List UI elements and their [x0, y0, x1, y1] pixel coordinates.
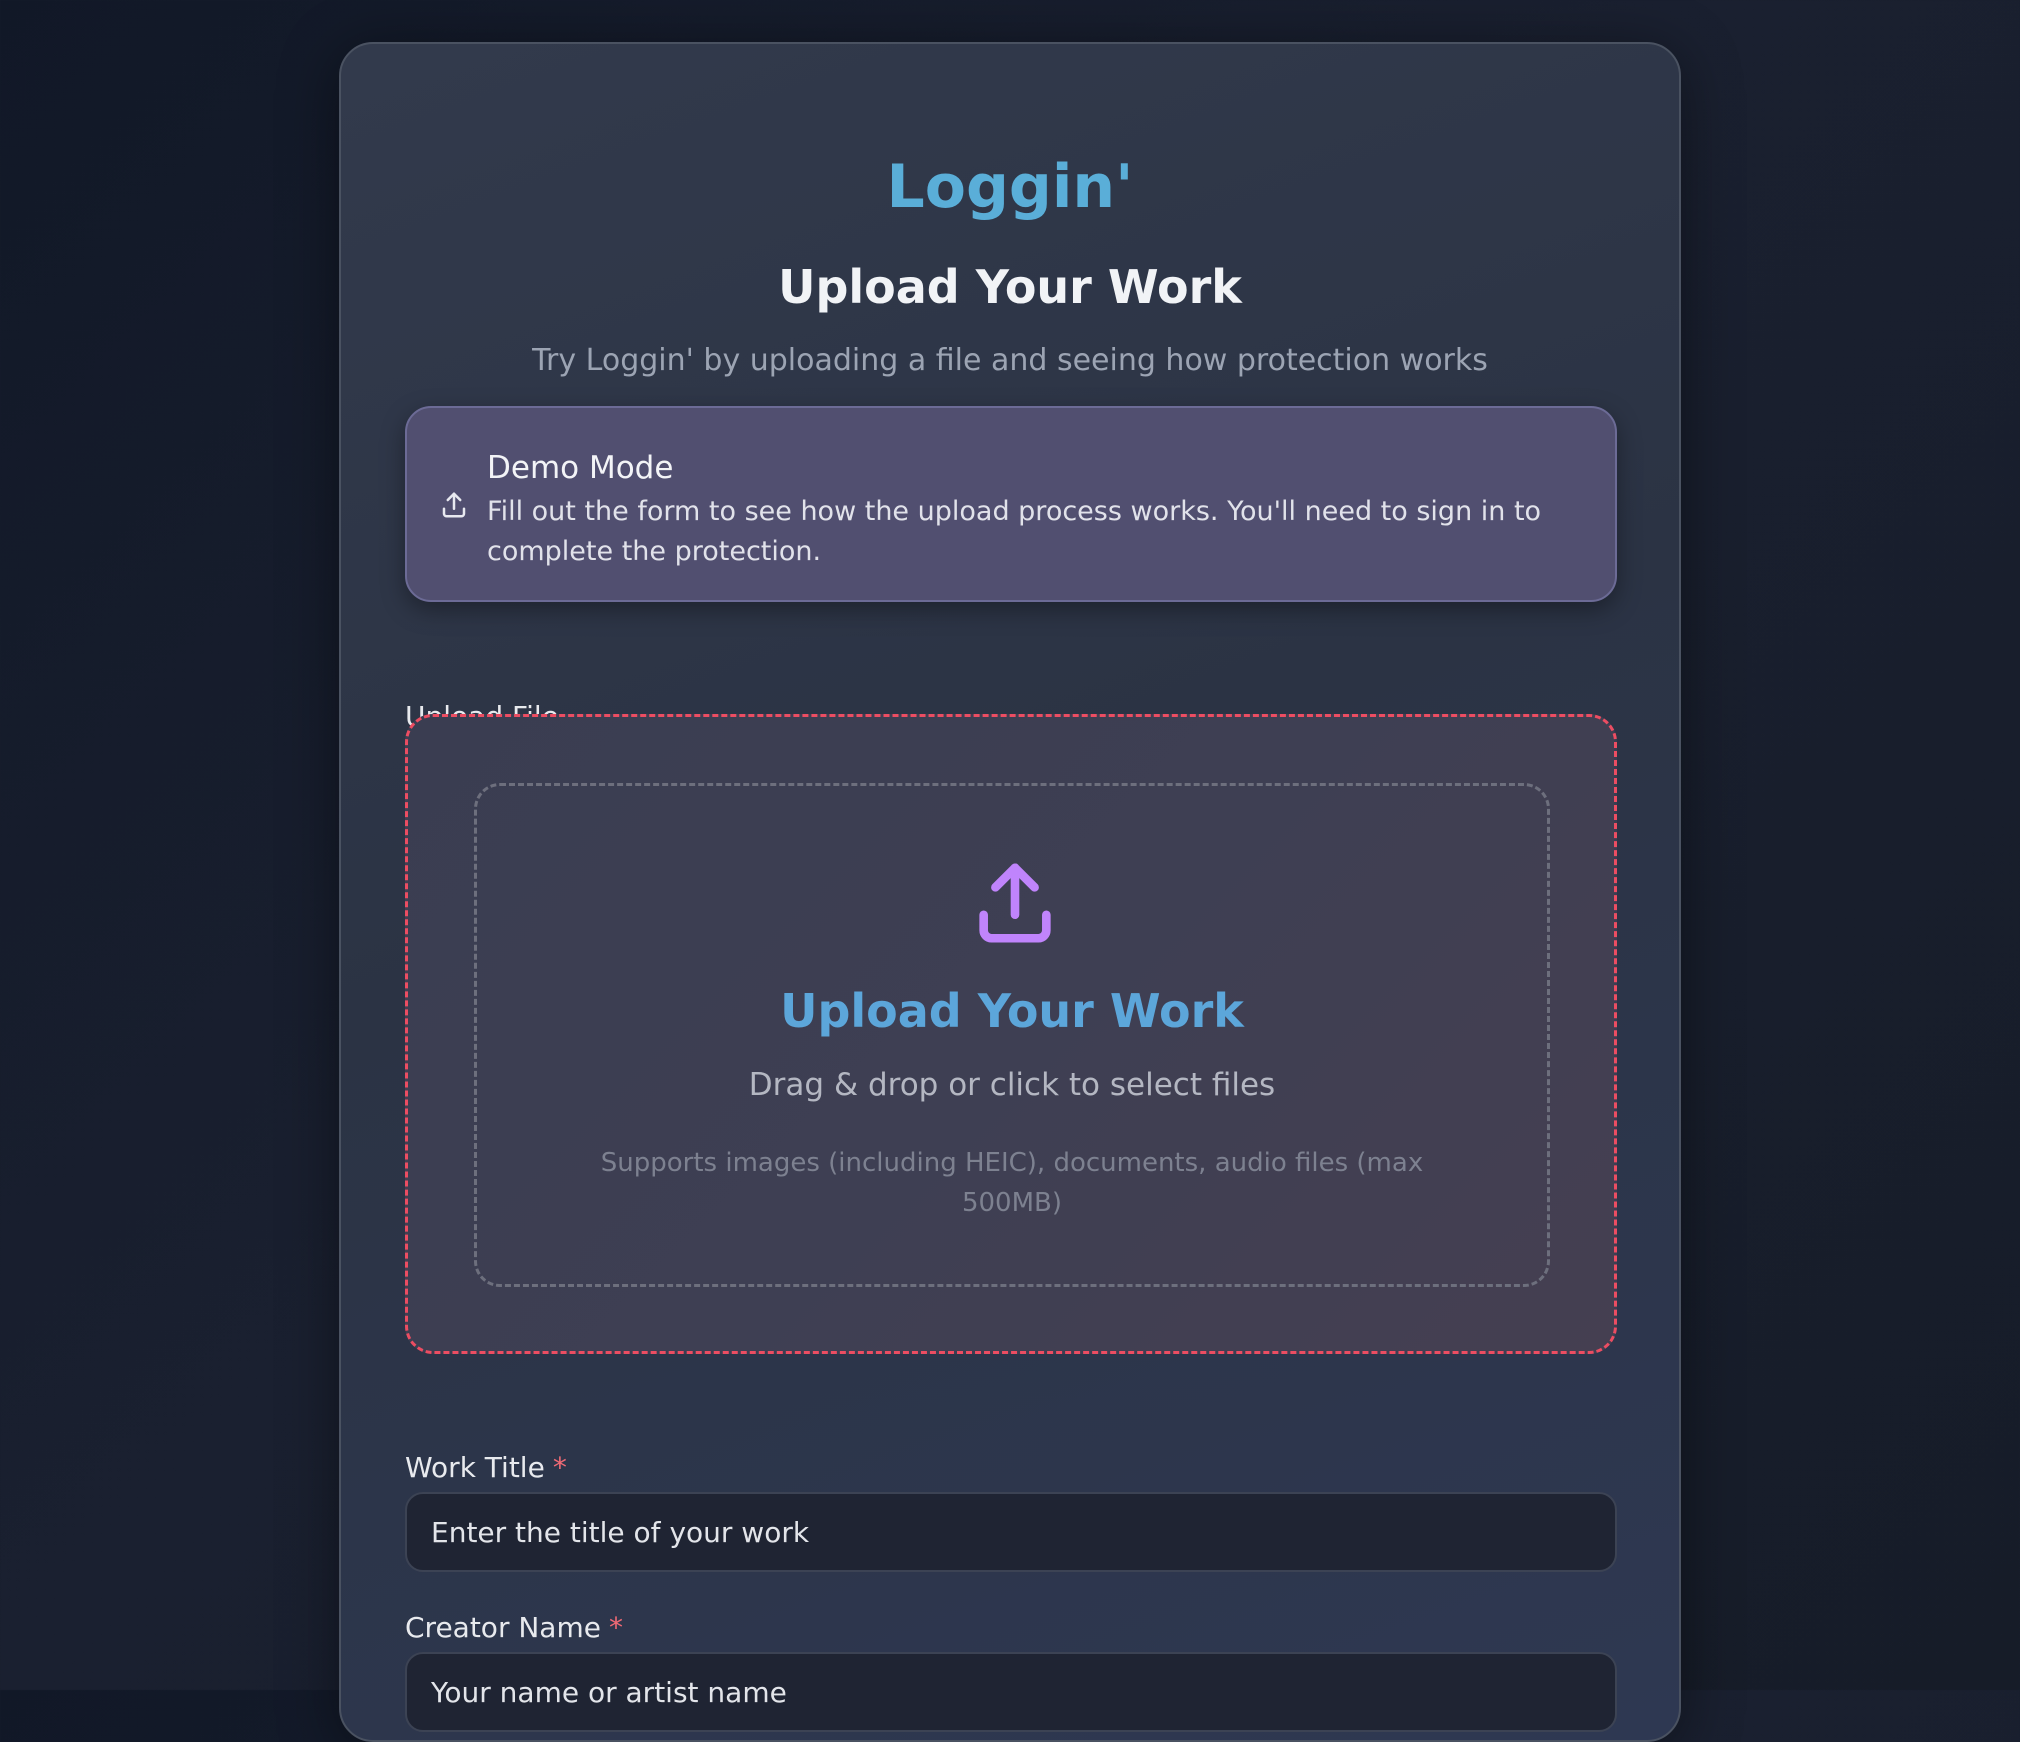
brand-logo: Loggin'	[886, 152, 1134, 222]
page-title: Upload Your Work	[778, 260, 1242, 314]
required-marker: *	[608, 1611, 623, 1644]
creator-name-label-text: Creator Name	[405, 1611, 601, 1644]
file-dropzone-inner[interactable]: Upload Your Work Drag & drop or click to…	[474, 783, 1550, 1287]
dropzone-instruction: Drag & drop or click to select files	[748, 1067, 1276, 1103]
work-title-input[interactable]	[405, 1492, 1617, 1572]
creator-name-input[interactable]	[405, 1652, 1617, 1732]
upload-card: Loggin' Upload Your Work Try Loggin' by …	[339, 42, 1681, 1742]
page-subtitle: Try Loggin' by uploading a file and seei…	[532, 343, 1488, 378]
file-dropzone[interactable]: Upload Your Work Drag & drop or click to…	[405, 714, 1617, 1354]
dropzone-hint: Supports images (including HEIC), docume…	[600, 1148, 1424, 1218]
work-title-label: Work Title *	[405, 1450, 567, 1486]
notice-title: Demo Mode	[487, 450, 674, 486]
upload-icon	[979, 863, 1051, 943]
upload-icon	[442, 492, 466, 518]
notice-text: Fill out the form to see how the upload …	[487, 496, 1542, 567]
demo-mode-notice: Demo Mode Fill out the form to see how t…	[405, 406, 1617, 602]
required-marker: *	[552, 1451, 567, 1484]
work-title-label-text: Work Title	[405, 1451, 545, 1484]
dropzone-title: Upload Your Work	[780, 984, 1244, 1038]
creator-name-label: Creator Name *	[405, 1610, 623, 1646]
